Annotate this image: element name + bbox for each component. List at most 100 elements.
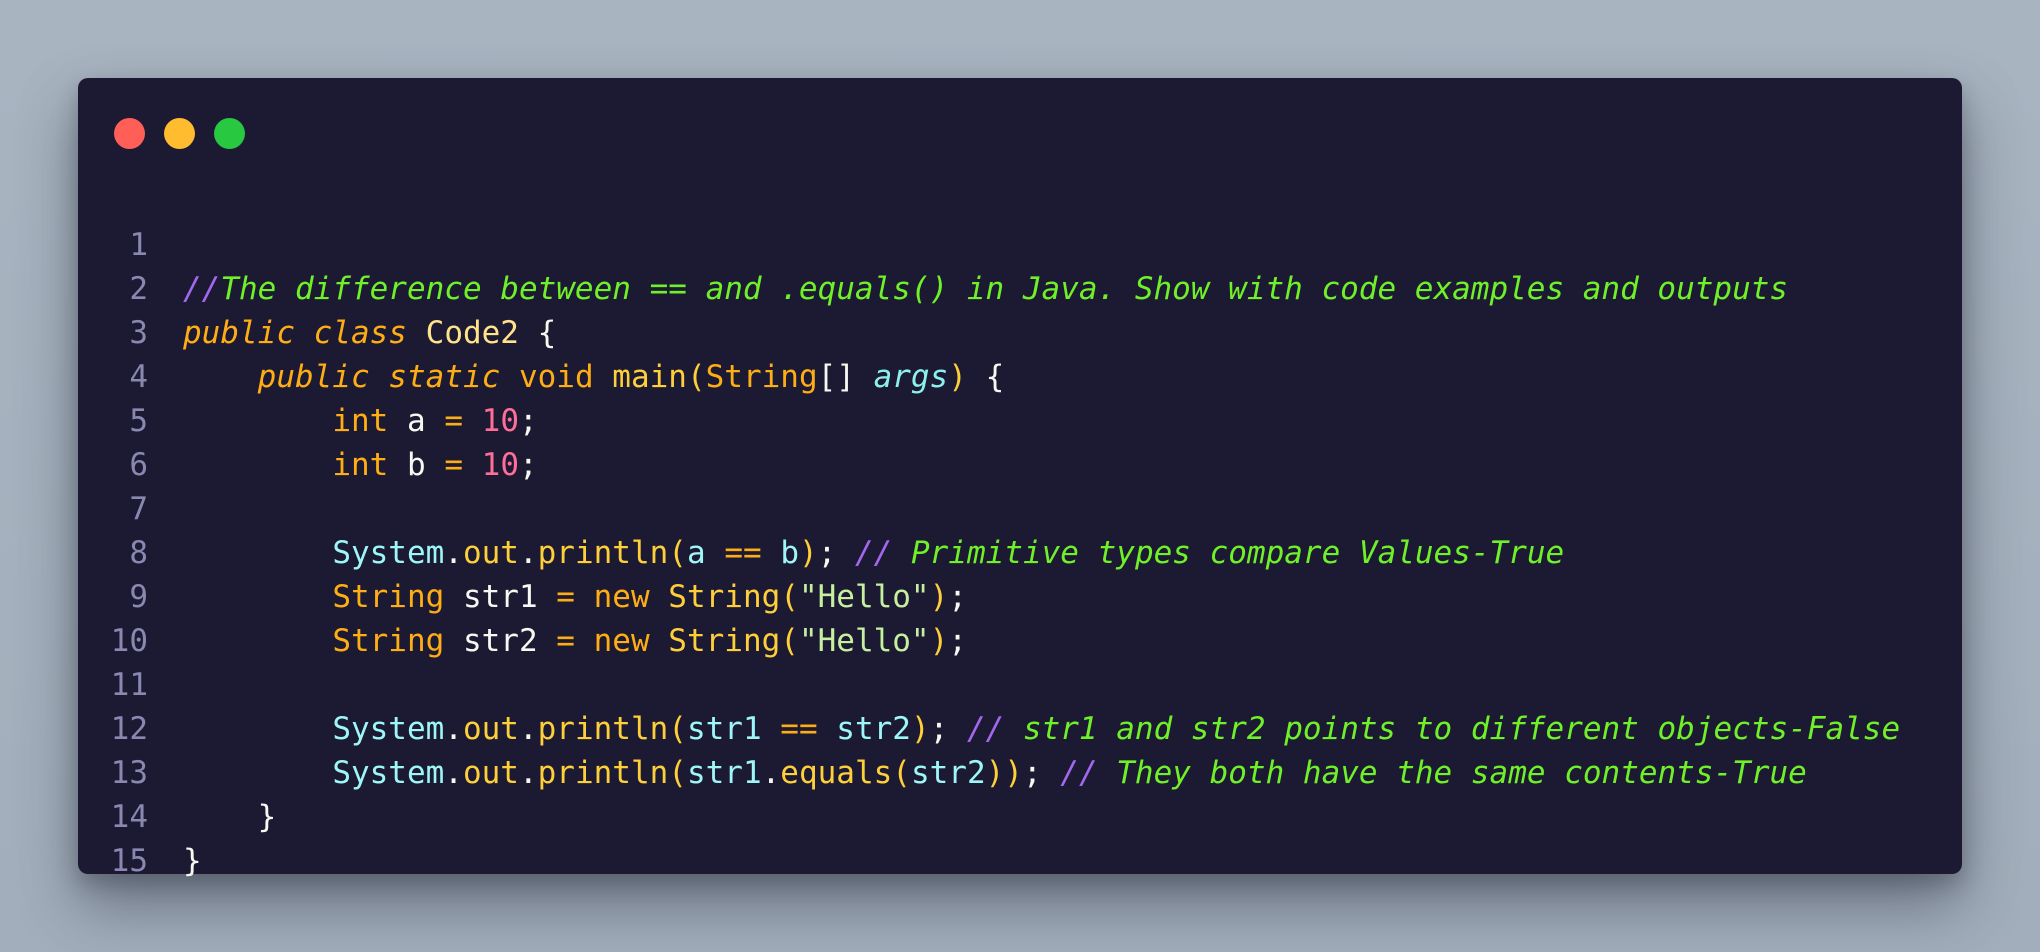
code-line-2: 2 public class Code2 { bbox=[78, 223, 556, 351]
semicolon: ; bbox=[817, 535, 855, 571]
keyword-new: new bbox=[593, 623, 650, 659]
method-name: equals bbox=[780, 755, 893, 791]
dot: . bbox=[761, 755, 781, 791]
paren: ) bbox=[929, 623, 949, 659]
keyword-class: class bbox=[313, 315, 407, 351]
dot: . bbox=[444, 755, 463, 791]
operator: == bbox=[780, 711, 818, 747]
constructor-name: String bbox=[668, 579, 781, 615]
comment-text: The difference between == and .equals() … bbox=[220, 271, 1789, 307]
maximize-window-button[interactable] bbox=[214, 118, 245, 149]
dot: . bbox=[518, 711, 538, 747]
type-name: int bbox=[332, 447, 389, 483]
string-literal: "Hello" bbox=[798, 579, 930, 615]
minimize-window-button[interactable] bbox=[164, 118, 195, 149]
semicolon: ; bbox=[929, 711, 967, 747]
code-line-8: 8 String str1 = new String("Hello"); bbox=[78, 487, 967, 615]
keyword-static: static bbox=[388, 359, 501, 395]
dot: . bbox=[444, 535, 463, 571]
dot: . bbox=[444, 711, 463, 747]
paren: ) bbox=[910, 711, 930, 747]
line-number: 15 bbox=[110, 843, 148, 879]
variable-name: b bbox=[388, 447, 445, 483]
paren: ( bbox=[892, 755, 911, 791]
paren: ) bbox=[929, 579, 949, 615]
paren: ( bbox=[780, 579, 799, 615]
variable-name: str1 bbox=[444, 579, 557, 615]
method-name: println bbox=[537, 711, 669, 747]
method-name: main bbox=[612, 359, 687, 395]
operator: = bbox=[444, 403, 463, 439]
operator: == bbox=[724, 535, 762, 571]
paren: ( bbox=[668, 535, 687, 571]
code-line-7: 7 System.out.println(a == b); // Primiti… bbox=[78, 443, 1564, 571]
variable-ref: str1 bbox=[686, 755, 762, 791]
keyword-public: public bbox=[257, 359, 370, 395]
code-window: 1 //The difference between == and .equal… bbox=[78, 78, 1962, 879]
paren: ) bbox=[985, 755, 1005, 791]
semicolon: ; bbox=[1022, 755, 1061, 791]
comment-slashes: // bbox=[966, 711, 1005, 747]
operator: = bbox=[444, 447, 463, 483]
class-ref: System bbox=[332, 711, 445, 747]
type-name: String bbox=[332, 579, 445, 615]
field-ref: out bbox=[462, 711, 519, 747]
brace: } bbox=[257, 799, 277, 835]
dot: . bbox=[518, 755, 538, 791]
variable-name: a bbox=[388, 403, 445, 439]
keyword-public: public bbox=[183, 315, 295, 351]
class-ref: System bbox=[332, 535, 445, 571]
keyword-void: void bbox=[518, 359, 594, 395]
paren: ( bbox=[668, 755, 687, 791]
variable-ref: str2 bbox=[910, 755, 986, 791]
method-name: println bbox=[537, 535, 669, 571]
paren: ) bbox=[948, 359, 967, 395]
type-name: String bbox=[332, 623, 445, 659]
comment-text: Primitive types compare Values-True bbox=[892, 535, 1565, 571]
string-literal: "Hello" bbox=[798, 623, 930, 659]
array-brackets: [] bbox=[817, 359, 874, 395]
paren: ) bbox=[1004, 755, 1023, 791]
comment-text: str1 and str2 points to different object… bbox=[1004, 711, 1901, 747]
keyword-new: new bbox=[593, 579, 650, 615]
semicolon: ; bbox=[518, 447, 538, 483]
code-line-3: 3 public static void main(String[] args)… bbox=[78, 267, 1004, 395]
semicolon: ; bbox=[948, 579, 967, 615]
brace: { bbox=[966, 359, 1005, 395]
variable-ref: str2 bbox=[836, 711, 911, 747]
code-line-14: 14 } bbox=[78, 751, 202, 879]
code-line-13: 13 } bbox=[78, 707, 277, 835]
comment-slashes: // bbox=[854, 535, 893, 571]
variable-ref: a bbox=[686, 535, 706, 571]
close-window-button[interactable] bbox=[114, 118, 145, 149]
paren: ( bbox=[668, 711, 687, 747]
code-line-6: 6 bbox=[78, 399, 190, 483]
operator: = bbox=[556, 579, 575, 615]
field-ref: out bbox=[462, 755, 519, 791]
type-name: String bbox=[705, 359, 818, 395]
method-name: println bbox=[537, 755, 669, 791]
code-line-15: 15 bbox=[78, 795, 190, 879]
variable-ref: b bbox=[780, 535, 799, 571]
paren: ( bbox=[686, 359, 706, 395]
class-ref: System bbox=[332, 755, 445, 791]
comment-text: They both have the same contents-True bbox=[1097, 755, 1807, 791]
code-line-10: 10 bbox=[78, 575, 190, 659]
code-line-1: 1 //The difference between == and .equal… bbox=[78, 179, 1788, 307]
code-line-5: 5 int b = 10; bbox=[78, 355, 537, 483]
